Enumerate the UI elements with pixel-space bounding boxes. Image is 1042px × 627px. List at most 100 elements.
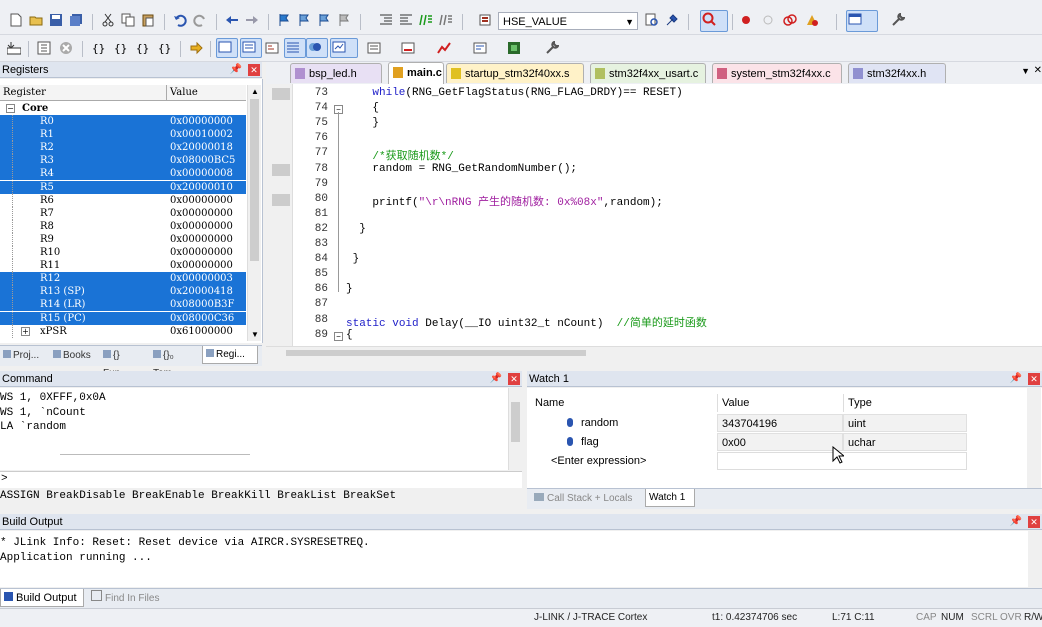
register-row[interactable]: R15 (PC) 0x08000C36	[0, 311, 246, 325]
register-value[interactable]: 0x20000010	[170, 181, 233, 194]
register-row[interactable]: R11 0x00000000	[0, 259, 246, 273]
undo-icon[interactable]	[172, 12, 188, 28]
watch-vscroll[interactable]	[1027, 388, 1041, 488]
code-line[interactable]: }	[346, 223, 366, 235]
register-row[interactable]: R9 0x00000000	[0, 232, 246, 246]
registers-scrollbar[interactable]: ▲ ▼	[247, 85, 261, 341]
register-value[interactable]: 0x00000000	[170, 194, 233, 207]
copy-icon[interactable]	[120, 12, 136, 28]
register-row[interactable]: R14 (LR) 0x08000B3F	[0, 298, 246, 312]
close-icon[interactable]: ✕	[508, 373, 520, 385]
bottom-tab[interactable]: Regi...	[202, 346, 258, 364]
toolbox-icon[interactable]	[544, 40, 560, 56]
code-line[interactable]: {	[346, 102, 379, 114]
register-value[interactable]: 0x00000003	[170, 272, 233, 285]
close-editor-icon[interactable]: ✕	[1034, 65, 1042, 76]
register-value[interactable]: 0x08000BC5	[170, 154, 235, 167]
configure-icon[interactable]	[890, 12, 906, 28]
pin-icon[interactable]: 📌	[230, 62, 242, 78]
cut-icon[interactable]	[100, 12, 116, 28]
register-row[interactable]: R10 0x00000000	[0, 246, 246, 259]
new-file-icon[interactable]	[8, 12, 24, 28]
stop-icon[interactable]	[58, 40, 74, 56]
pin-icon[interactable]: 📌	[1010, 514, 1022, 530]
incremental-find-icon[interactable]	[664, 12, 680, 28]
comment-icon[interactable]	[418, 12, 434, 28]
breakpoint-icon[interactable]	[738, 12, 754, 28]
show-next-statement-icon[interactable]	[188, 40, 204, 56]
register-value[interactable]: 0x08000C36	[170, 312, 234, 325]
editor[interactable]	[266, 84, 1042, 346]
code-line[interactable]: /*获取随机数*/	[346, 147, 453, 163]
breakpoint-disable-icon[interactable]	[760, 12, 776, 28]
register-value[interactable]: 0x00000000	[170, 207, 233, 220]
redo-icon[interactable]	[192, 12, 208, 28]
unindent-icon[interactable]	[398, 12, 414, 28]
prev-bookmark-icon[interactable]	[296, 12, 312, 28]
register-row[interactable]: R1 0x00010002	[0, 128, 246, 142]
watch-header-type[interactable]: Type	[843, 394, 967, 412]
register-value[interactable]: 0x00000000	[170, 233, 233, 246]
collapse-icon[interactable]: −	[6, 104, 15, 113]
register-value[interactable]: 0x00010002	[170, 128, 233, 141]
close-icon[interactable]: ✕	[1028, 516, 1040, 528]
bottom-tab[interactable]: {}₀ Tem...	[150, 347, 202, 379]
fold-icon[interactable]: −	[334, 331, 343, 341]
debug-session-icon[interactable]	[700, 10, 728, 32]
tab-call-stack[interactable]: Call Stack + Locals	[531, 490, 645, 508]
save-icon[interactable]	[48, 12, 64, 28]
watch-value[interactable]: 343704196	[717, 414, 843, 432]
register-row[interactable]: R7 0x00000000	[0, 206, 246, 220]
code-line[interactable]: random = RNG_GetRandomNumber();	[346, 163, 577, 175]
close-icon[interactable]: ✕	[1028, 373, 1040, 385]
register-value[interactable]: 0x00000008	[170, 167, 233, 180]
register-value[interactable]: 0x20000418	[170, 285, 233, 298]
command-window-icon[interactable]	[216, 38, 238, 58]
command-vscroll[interactable]	[508, 388, 522, 470]
tab-find-in-files[interactable]: Find In Files	[88, 590, 178, 608]
code-line[interactable]: {	[346, 329, 353, 341]
editor-margin[interactable]	[266, 84, 293, 346]
register-value[interactable]: 0x00000000	[170, 246, 233, 259]
code-line[interactable]: printf("\r\nRNG 产生的随机数: 0x%08x",random);	[346, 193, 662, 209]
tab-list-icon[interactable]: ▼	[1021, 66, 1030, 76]
tab-build-output[interactable]: Build Output	[0, 589, 84, 607]
symbols-window-icon[interactable]	[264, 40, 280, 56]
command-input[interactable]: >	[0, 471, 522, 488]
register-row[interactable]: + xPSR 0x61000000	[0, 324, 246, 338]
step-into-icon[interactable]: {}	[90, 40, 106, 56]
indent-icon[interactable]	[378, 12, 394, 28]
step-out-icon[interactable]: {}	[134, 40, 150, 56]
bookmark-icon[interactable]	[276, 12, 292, 28]
window-config-icon[interactable]	[804, 12, 820, 28]
editor-tab[interactable]: startup_stm32f40xx.s	[446, 63, 584, 83]
code-line[interactable]: }	[346, 117, 379, 129]
analysis-windows-icon[interactable]	[436, 40, 452, 56]
code-line[interactable]: }	[346, 283, 353, 295]
window-layout-icon[interactable]	[846, 10, 878, 32]
register-row[interactable]: R5 0x20000010	[0, 180, 246, 194]
register-value[interactable]: 0x00000000	[170, 115, 233, 128]
register-value[interactable]: 0x00000000	[170, 259, 233, 272]
reset-icon[interactable]	[6, 40, 22, 56]
trace-windows-icon[interactable]	[472, 40, 488, 56]
watch-name[interactable]: flag	[567, 433, 717, 451]
watch-windows-icon[interactable]	[330, 38, 358, 58]
expand-icon[interactable]: +	[21, 326, 30, 336]
next-bookmark-icon[interactable]	[316, 12, 332, 28]
serial-windows-icon[interactable]	[400, 40, 416, 56]
register-row[interactable]: R0 0x00000000	[0, 115, 246, 128]
expand-icon[interactable]	[553, 420, 559, 426]
pin-icon[interactable]: 📌	[490, 371, 502, 387]
navigate-forward-icon[interactable]	[244, 12, 260, 28]
disassembly-window-icon[interactable]	[240, 38, 262, 58]
register-row[interactable]: R6 0x00000000	[0, 193, 246, 207]
watch-header-value[interactable]: Value	[717, 394, 843, 412]
bottom-tab[interactable]: Proj...	[0, 347, 48, 365]
run-icon[interactable]	[36, 40, 52, 56]
clear-bookmarks-icon[interactable]	[336, 12, 352, 28]
editor-tab[interactable]: stm32f4xx.h	[848, 63, 946, 83]
enter-expression[interactable]: <Enter expression>	[547, 452, 717, 470]
col-register[interactable]: Register	[3, 85, 46, 100]
breakpoint-kill-icon[interactable]	[782, 12, 798, 28]
